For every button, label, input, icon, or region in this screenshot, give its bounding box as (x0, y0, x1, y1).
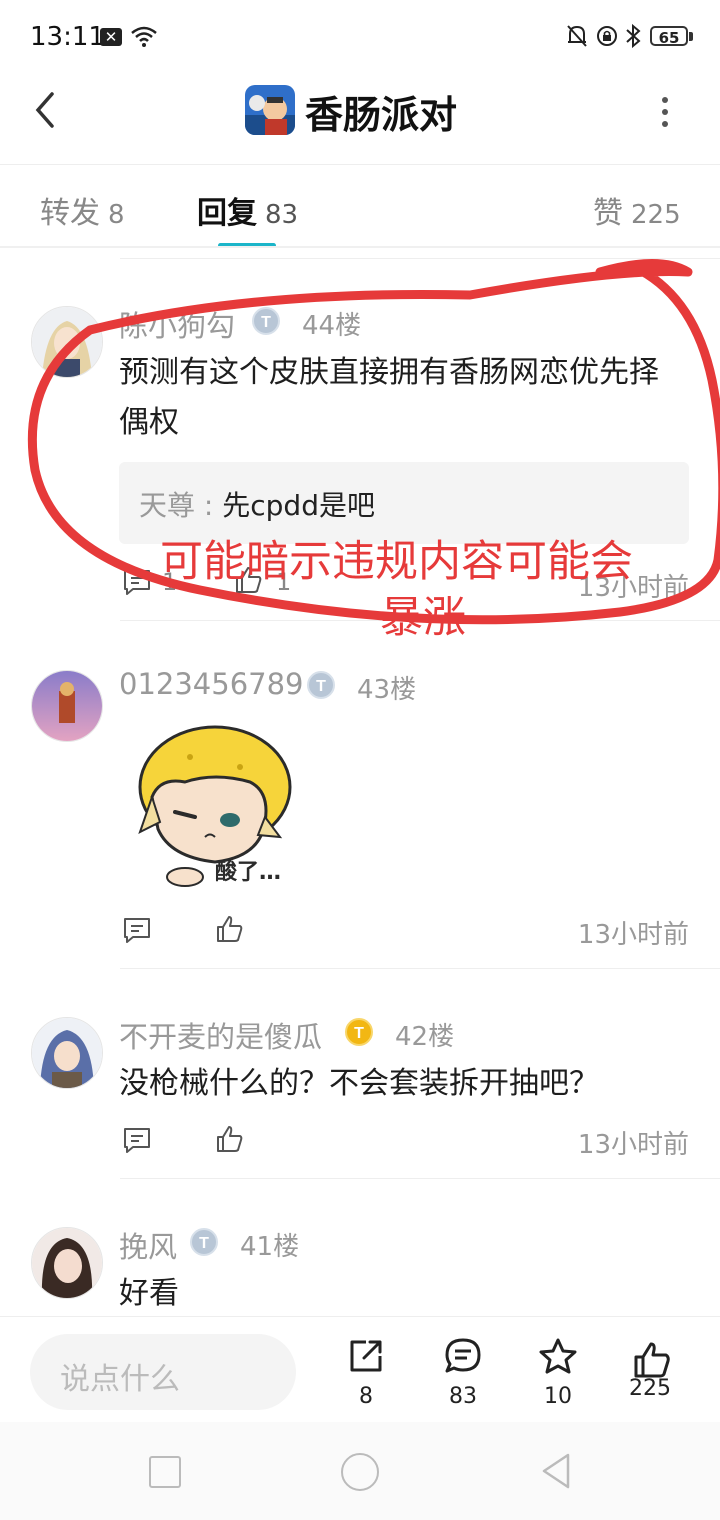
comment-icon[interactable] (121, 914, 153, 946)
page-title: 香肠派对 (305, 93, 458, 137)
tab-count: 83 (265, 200, 299, 230)
comment-text: 好看 (119, 1276, 179, 1311)
comment-floor: 43楼 (357, 675, 417, 705)
comment-username[interactable]: 挽风 (119, 1224, 177, 1266)
avatar[interactable] (31, 1227, 103, 1299)
annotation-text: 可能暗示违规内容可能会 (160, 537, 633, 587)
reply-author[interactable]: 天尊 (139, 489, 195, 522)
rotation-lock-icon (597, 26, 617, 46)
tab-label: 转发 (40, 196, 100, 231)
comment-input[interactable]: 说点什么 (30, 1334, 296, 1410)
reply-preview-line: 天尊 : 先cpdd是吧 (139, 484, 375, 524)
battery-indicator: 65 (650, 26, 688, 47)
comment-text: 预测有这个皮肤直接拥有香肠网恋优先择 偶权 (119, 348, 689, 448)
nav-square-icon[interactable] (149, 1456, 181, 1488)
comment-username[interactable]: 不开麦的是傻瓜 (119, 1014, 322, 1056)
tab-replies[interactable]: 回复 83 (197, 188, 298, 232)
svg-text:T: T (261, 314, 271, 331)
status-time: 13:11 (30, 22, 105, 52)
app-logo (245, 85, 295, 135)
user-level-badge-icon: T (307, 671, 335, 699)
user-level-badge-icon: T (190, 1228, 218, 1256)
svg-text:T: T (354, 1025, 364, 1042)
comment-time: 13小时前 (577, 920, 689, 950)
comment-icon[interactable] (121, 566, 153, 598)
tabs-divider (0, 246, 720, 248)
comment-username[interactable]: 0123456789 (119, 667, 304, 701)
more-icon[interactable] (655, 92, 675, 132)
like-icon[interactable] (214, 913, 246, 945)
sticker-image[interactable]: 酸了… (130, 717, 300, 892)
nav-home-icon[interactable] (341, 1453, 379, 1491)
comment-username[interactable]: 陈小狗勾 (119, 303, 235, 345)
comment-divider (120, 1178, 720, 1179)
mute-bell-icon (567, 25, 587, 47)
user-level-badge-icon: T (252, 307, 280, 335)
share-icon[interactable] (346, 1336, 386, 1376)
user-vip-badge-icon: T (345, 1018, 373, 1046)
favorite-count: 10 (544, 1384, 572, 1409)
svg-text:T: T (316, 678, 326, 695)
reply-separator: : (195, 489, 223, 522)
comment-input-placeholder: 说点什么 (60, 1362, 180, 1397)
comment-icon[interactable] (443, 1336, 483, 1376)
tab-count: 8 (108, 200, 125, 230)
reply-text: 先cpdd是吧 (222, 489, 375, 522)
tab-repost[interactable]: 转发 8 (40, 188, 125, 232)
avatar[interactable] (31, 670, 103, 742)
comment-text-line: 预测有这个皮肤直接拥有香肠网恋优先择 (119, 355, 659, 390)
svg-text:T: T (199, 1235, 209, 1252)
like-icon[interactable] (632, 1340, 672, 1380)
list-top-divider (120, 258, 720, 259)
header-divider (0, 164, 720, 165)
tab-likes[interactable]: 赞 225 (593, 188, 681, 232)
comment-text: 没枪械什么的？不会套装拆开抽吧？ (119, 1066, 599, 1101)
tab-count: 225 (631, 200, 681, 230)
comment-icon[interactable] (121, 1124, 153, 1156)
tab-label: 赞 (593, 196, 623, 231)
wifi-icon (131, 26, 157, 47)
like-icon[interactable] (214, 1123, 246, 1155)
nav-back-icon[interactable] (540, 1452, 572, 1490)
tab-label: 回复 (197, 196, 257, 231)
comment-time: 13小时前 (577, 1130, 689, 1160)
star-icon[interactable] (538, 1336, 578, 1376)
comment-divider (120, 968, 720, 969)
annotation-text: 暴涨 (380, 593, 466, 643)
comment-floor: 44楼 (302, 311, 362, 341)
back-icon[interactable] (30, 88, 60, 132)
share-count: 8 (359, 1384, 373, 1409)
bluetooth-icon (626, 23, 641, 49)
comment-floor: 41楼 (240, 1232, 300, 1262)
comment-text-line: 偶权 (119, 405, 179, 440)
notification-icon: ✕ (100, 28, 122, 46)
status-bar: 13:11 ✕ 65 (0, 0, 720, 72)
comment-count: 83 (449, 1384, 477, 1409)
avatar[interactable] (31, 1017, 103, 1089)
comment-floor: 42楼 (395, 1022, 455, 1052)
sticker-caption: 酸了… (215, 860, 281, 885)
avatar[interactable] (31, 306, 103, 378)
battery-tip (689, 32, 693, 41)
like-count: 225 (629, 1376, 671, 1401)
